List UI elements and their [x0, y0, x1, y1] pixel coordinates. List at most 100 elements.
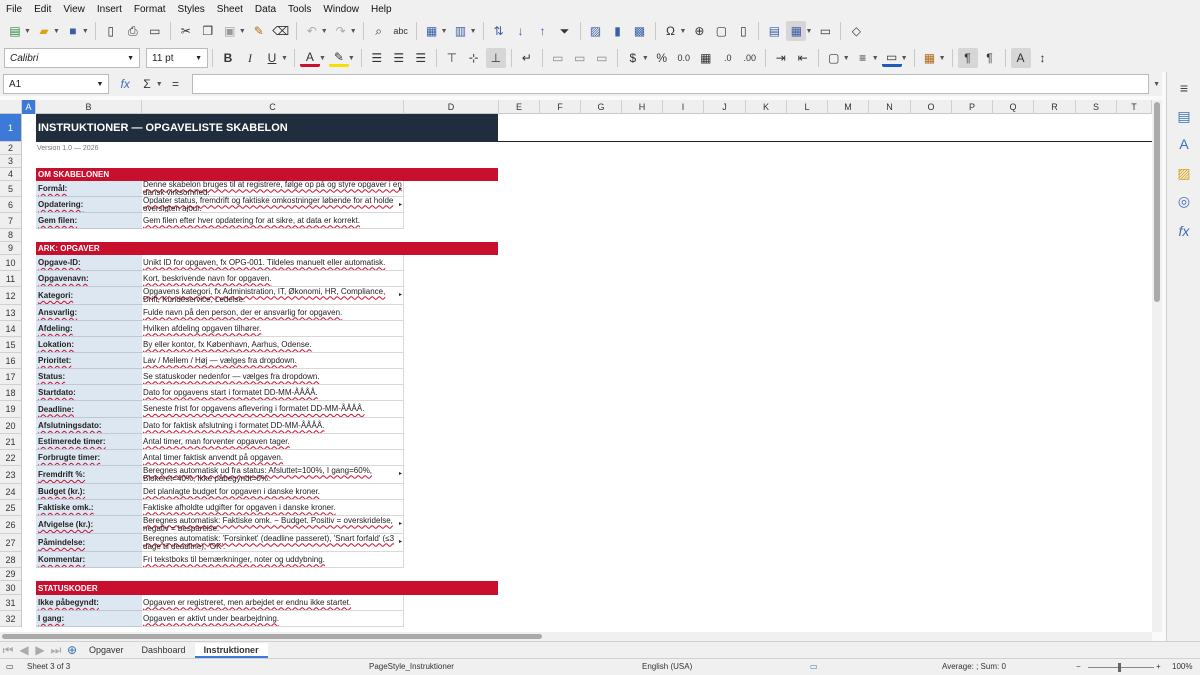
row-header[interactable]: 2	[0, 142, 22, 155]
row-header[interactable]: 1	[0, 114, 22, 142]
border-color-icon[interactable]: ▭	[881, 49, 902, 67]
row-label[interactable]: Forbrugte timer:	[36, 450, 142, 466]
formula-input[interactable]	[192, 74, 1150, 94]
properties-icon[interactable]: ▤	[1174, 106, 1194, 126]
row-header[interactable]: 11	[0, 271, 22, 287]
row-description[interactable]: Dato for opgavens start i formatet DD-MM…	[142, 385, 404, 401]
right-to-left-icon[interactable]: ¶	[980, 48, 1000, 68]
row-header[interactable]: 7	[0, 213, 22, 229]
redo-dropdown-icon[interactable]: ▼	[350, 28, 357, 35]
row-description[interactable]: Dato for faktisk afslutning i formatet D…	[142, 418, 404, 434]
spelling-icon[interactable]: abc	[391, 21, 411, 41]
highlight-color-icon[interactable]: ✎	[328, 49, 349, 67]
paste-icon[interactable]: ▣	[220, 21, 240, 41]
section-header-ark[interactable]: ARK: OPGAVER	[36, 242, 498, 255]
currency-dropdown-icon[interactable]: ▼	[642, 55, 649, 62]
special-character-icon[interactable]: Ω	[661, 21, 681, 41]
selection-mode-icon[interactable]: ▭	[810, 662, 818, 671]
sort-ascending-icon[interactable]: ↓	[511, 21, 531, 41]
row-description[interactable]: Fri tekstboks til bemærkninger, noter og…	[142, 552, 404, 568]
freeze-rows-columns-icon[interactable]: ▦	[786, 21, 807, 41]
section-header-status[interactable]: STATUSKODER	[36, 581, 498, 595]
row-description[interactable]: Kort, beskrivende navn for opgaven.	[142, 271, 404, 287]
row-header[interactable]: 8	[0, 229, 22, 242]
row-header[interactable]: 20	[0, 418, 22, 434]
row-header[interactable]: 13	[0, 305, 22, 321]
insert-chart-icon[interactable]: ▮	[608, 21, 628, 41]
border-color-dropdown-icon[interactable]: ▼	[901, 55, 908, 62]
row-icon[interactable]: ▦	[422, 21, 442, 41]
align-bottom-icon[interactable]: ⊥	[485, 48, 506, 68]
row-header[interactable]: 12	[0, 287, 22, 305]
menu-data[interactable]: Data	[249, 4, 282, 15]
column-header-m[interactable]: M	[828, 100, 869, 114]
borders-dropdown-icon[interactable]: ▼	[843, 55, 850, 62]
text-direction-horizontal-icon[interactable]: A	[1010, 48, 1031, 68]
row-header[interactable]: 30	[0, 581, 22, 595]
save-dropdown-icon[interactable]: ▼	[82, 28, 89, 35]
row-label[interactable]: Startdato:	[36, 385, 142, 401]
column-header-s[interactable]: S	[1076, 100, 1117, 114]
row-header[interactable]: 3	[0, 155, 22, 168]
find-replace-icon[interactable]: ⌕	[369, 21, 389, 41]
align-top-icon[interactable]: ⊤	[442, 48, 462, 68]
row-label[interactable]: Kategori:	[36, 287, 142, 305]
row-label[interactable]: Ansvarlig:	[36, 305, 142, 321]
currency-format-icon[interactable]: $	[623, 48, 643, 68]
font-name-combobox[interactable]: Calibri ▼	[4, 48, 140, 68]
chevron-down-icon[interactable]: ▼	[127, 55, 134, 62]
row-label[interactable]: Gem filen:	[36, 213, 142, 229]
save-icon[interactable]: ■	[63, 21, 83, 41]
copy-icon[interactable]: ❐	[198, 21, 218, 41]
center-vertically-icon[interactable]: ⊹	[464, 48, 484, 68]
merge-center-icon[interactable]: ▭	[548, 48, 568, 68]
undo-icon[interactable]: ↶	[302, 21, 322, 41]
menu-format[interactable]: Format	[128, 4, 172, 15]
column-icon[interactable]: ▥	[451, 21, 471, 41]
menu-hamburger-icon[interactable]: ≡	[1174, 78, 1194, 98]
row-label[interactable]: Fremdrift %:	[36, 466, 142, 484]
row-description[interactable]: Hvilken afdeling opgaven tilhører.	[142, 321, 404, 337]
row-label[interactable]: Status:	[36, 369, 142, 385]
row-description[interactable]: Beregnes automatisk: Faktiske omk. − Bud…	[142, 516, 404, 534]
row-header[interactable]: 29	[0, 568, 22, 581]
row-header[interactable]: 15	[0, 337, 22, 353]
text-language[interactable]: English (USA)	[642, 662, 692, 671]
row-label[interactable]: Prioritet:	[36, 353, 142, 369]
function-wizard-icon[interactable]: fx	[115, 74, 135, 94]
row-header[interactable]: 6	[0, 197, 22, 213]
add-decimal-icon[interactable]: .0	[718, 48, 738, 68]
align-center-icon[interactable]: ☰	[389, 48, 409, 68]
row-description[interactable]: Antal timer, man forventer opgaven tager…	[142, 434, 404, 450]
print-preview-icon[interactable]: ▭	[145, 21, 165, 41]
vertical-scroll-thumb[interactable]	[1154, 102, 1160, 302]
column-header-d[interactable]: D	[404, 100, 499, 114]
bold-icon[interactable]: B	[218, 48, 238, 68]
tab-dashboard[interactable]: Dashboard	[133, 643, 195, 658]
special-character-dropdown-icon[interactable]: ▼	[680, 28, 687, 35]
row-label[interactable]: Afdeling:	[36, 321, 142, 337]
sum-dropdown-icon[interactable]: ▼	[156, 81, 163, 88]
zoom-level[interactable]: 100%	[1172, 662, 1192, 671]
column-header-t[interactable]: T	[1117, 100, 1152, 114]
column-header-g[interactable]: G	[581, 100, 622, 114]
previous-sheet-icon[interactable]: ◀	[17, 640, 31, 660]
row-header[interactable]: 28	[0, 552, 22, 568]
column-header-a[interactable]: A	[22, 100, 36, 114]
row-header[interactable]: 10	[0, 255, 22, 271]
page-style[interactable]: PageStyle_Instruktioner	[369, 662, 454, 671]
row-header[interactable]: 18	[0, 385, 22, 401]
new-dropdown-icon[interactable]: ▼	[24, 28, 31, 35]
comment-icon[interactable]: ▢	[711, 21, 731, 41]
row-description[interactable]: Opgaven er registreret, men arbejdet er …	[142, 595, 404, 611]
menu-window[interactable]: Window	[317, 4, 365, 15]
autofilter-icon[interactable]: ⏷	[555, 21, 575, 41]
row-description[interactable]: By eller kontor, fx København, Aarhus, O…	[142, 337, 404, 353]
conditional-format-icon[interactable]: ▦	[920, 48, 940, 68]
highlight-dropdown-icon[interactable]: ▼	[348, 55, 355, 62]
row-header[interactable]: 14	[0, 321, 22, 337]
date-format-icon[interactable]: ▦	[696, 48, 716, 68]
row-label[interactable]: Afvigelse (kr.):	[36, 516, 142, 534]
font-color-dropdown-icon[interactable]: ▼	[319, 55, 326, 62]
chevron-down-icon[interactable]: ▼	[96, 81, 103, 88]
